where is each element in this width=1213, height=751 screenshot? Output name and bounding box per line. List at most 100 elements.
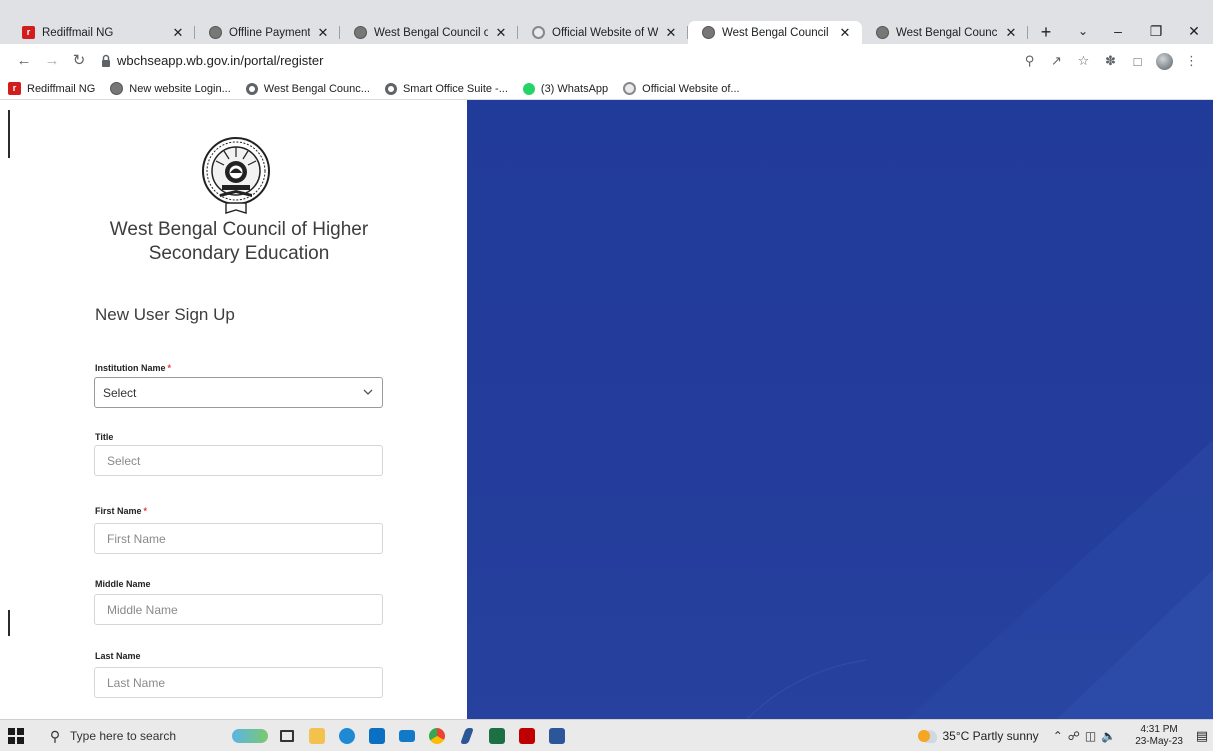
bookmark-label: Smart Office Suite -... <box>402 82 508 95</box>
title-placeholder: Select <box>107 453 141 468</box>
bookmark-smart-office-suite[interactable]: Smart Office Suite -... <box>384 82 508 95</box>
toolbar-actions: ⚲ ↗ ☆ ✽ □ ⋮ <box>1016 50 1205 72</box>
file-explorer-icon[interactable] <box>302 725 332 747</box>
close-icon[interactable]: ✕ <box>171 25 185 41</box>
side-panel-icon[interactable]: □ <box>1124 54 1151 69</box>
extensions-icon[interactable]: ✽ <box>1097 53 1124 69</box>
tab-label: West Bengal Council of High· <box>722 26 832 39</box>
bookmark-new-website-login[interactable]: New website Login... <box>110 82 231 95</box>
first-name-field[interactable]: First Name <box>94 523 383 554</box>
institution-name-select[interactable]: Select <box>94 377 383 408</box>
bookmark-label: Rediffmail NG <box>27 82 96 95</box>
bookmark-rediffmail[interactable]: r Rediffmail NG <box>8 82 95 95</box>
system-tray: 35°C Partly sunny ⌃☍◫🔈 4:31 PM 23-May-23… <box>916 720 1213 751</box>
middle-name-label: Middle Name <box>95 579 151 589</box>
weather-icon <box>916 729 937 743</box>
new-tab-button[interactable]: + <box>1036 21 1056 44</box>
back-arrow-icon[interactable]: ← <box>14 51 34 71</box>
middle-name-field[interactable]: Middle Name <box>94 594 383 625</box>
title-select[interactable]: Select <box>94 445 383 476</box>
organization-title-line-1: West Bengal Council of Higher <box>109 219 369 240</box>
middle-name-label-text: Middle Name <box>95 579 151 589</box>
close-icon[interactable]: ✕ <box>664 25 678 41</box>
bookmark-west-bengal-council[interactable]: West Bengal Counc... <box>245 82 370 95</box>
tab-rediffmail[interactable]: r Rediffmail NG ✕ <box>8 21 195 44</box>
first-name-label: First Name * <box>95 506 147 516</box>
council-icon <box>209 26 222 39</box>
last-name-label-text: Last Name <box>95 651 141 661</box>
council-icon <box>354 26 367 39</box>
rediffmail-icon: r <box>22 26 35 39</box>
background-decoration <box>746 440 1213 719</box>
screen: r Rediffmail NG ✕ Offline Payment ✕ West… <box>0 0 1213 751</box>
taskbar-search[interactable]: ⚲ Type here to search <box>46 725 196 747</box>
tab-offline-payment[interactable]: Offline Payment ✕ <box>195 21 340 44</box>
task-view-icon[interactable] <box>272 725 302 747</box>
council-icon <box>702 26 715 39</box>
page-edge-mark <box>8 610 10 636</box>
address-bar[interactable]: wbchseapp.wb.gov.in/portal/register <box>117 53 323 68</box>
council-icon <box>876 26 889 39</box>
share-icon[interactable]: ↗ <box>1043 53 1070 69</box>
close-icon[interactable]: ✕ <box>316 25 330 41</box>
mail-icon[interactable] <box>392 725 422 747</box>
edge-browser-icon[interactable] <box>332 725 362 747</box>
official-website-icon <box>623 82 637 95</box>
last-name-field[interactable]: Last Name <box>94 667 383 698</box>
tab-label: Rediffmail NG <box>42 26 114 39</box>
filezilla-icon[interactable] <box>512 725 542 747</box>
bookmark-official-website[interactable]: Official Website of... <box>623 82 740 95</box>
page-title: New User Sign Up <box>95 305 235 324</box>
bookmark-whatsapp[interactable]: (3) WhatsApp <box>522 82 608 95</box>
tab-search-icon[interactable]: ⌄ <box>1067 24 1099 38</box>
profile-avatar-icon[interactable] <box>1156 52 1173 70</box>
title-label: Title <box>95 432 113 442</box>
organization-title: West Bengal Council of Higher Secondary … <box>100 218 378 266</box>
store-icon[interactable] <box>362 725 392 747</box>
close-icon[interactable]: ✕ <box>838 25 852 41</box>
forward-arrow-icon[interactable]: → <box>42 51 62 71</box>
reload-icon[interactable]: ↻ <box>69 51 89 71</box>
bookmark-label: West Bengal Counc... <box>263 82 370 95</box>
tab-official-website[interactable]: Official Website of West Beng ✕ <box>518 21 688 44</box>
star-icon[interactable]: ☆ <box>1070 53 1097 69</box>
bookmark-label: New website Login... <box>129 82 231 95</box>
more-menu-icon[interactable]: ⋮ <box>1178 53 1205 69</box>
institution-name-label: Institution Name * <box>95 363 171 373</box>
taskbar-search-placeholder: Type here to search <box>70 729 177 743</box>
tab-council-2[interactable]: West Bengal Council of High· ✕ <box>862 21 1028 44</box>
window-close-icon[interactable]: ✕ <box>1175 23 1213 40</box>
excel-icon[interactable] <box>482 725 512 747</box>
tab-council-1[interactable]: West Bengal Council of High· ✕ <box>340 21 518 44</box>
tray-icons[interactable]: ⌃☍◫🔈 <box>1053 729 1122 743</box>
official-website-icon <box>532 26 545 39</box>
notification-icon[interactable]: ▤ <box>1191 728 1213 744</box>
restore-icon[interactable]: ❐ <box>1137 23 1175 40</box>
tab-council-active[interactable]: West Bengal Council of High· ✕ <box>688 21 862 44</box>
close-icon[interactable]: ✕ <box>1004 25 1018 41</box>
clock-date: 23-May-23 <box>1135 736 1183 747</box>
word-icon[interactable] <box>542 725 572 747</box>
bookmarks-bar: r Rediffmail NG New website Login... Wes… <box>0 78 1213 100</box>
taskbar-clock[interactable]: 4:31 PM 23-May-23 <box>1135 724 1183 748</box>
key-icon[interactable]: ⚲ <box>1016 53 1043 69</box>
lock-icon <box>102 54 110 67</box>
first-name-placeholder: First Name <box>107 531 166 546</box>
last-name-placeholder: Last Name <box>107 675 166 690</box>
council-icon <box>110 82 124 95</box>
minimize-icon[interactable]: – <box>1099 23 1137 39</box>
institution-name-value: Select <box>103 385 137 400</box>
browser-toolbar: ← → ↻ wbchseapp.wb.gov.in/portal/registe… <box>0 44 1213 78</box>
title-label-text: Title <box>95 432 114 442</box>
close-icon[interactable]: ✕ <box>494 25 508 41</box>
middle-name-placeholder: Middle Name <box>107 602 178 617</box>
weather-text[interactable]: 35°C Partly sunny <box>943 729 1039 743</box>
clock-time: 4:31 PM <box>1140 724 1178 735</box>
news-widget-icon[interactable] <box>228 725 272 747</box>
first-name-label-text: First Name <box>95 506 142 516</box>
windows-start-icon[interactable] <box>8 728 24 744</box>
chrome-icon[interactable] <box>422 725 452 747</box>
tab-label: West Bengal Council of High· <box>896 26 998 39</box>
pen-tool-icon[interactable] <box>452 725 482 747</box>
browser-tab-bar: r Rediffmail NG ✕ Offline Payment ✕ West… <box>0 0 1213 44</box>
